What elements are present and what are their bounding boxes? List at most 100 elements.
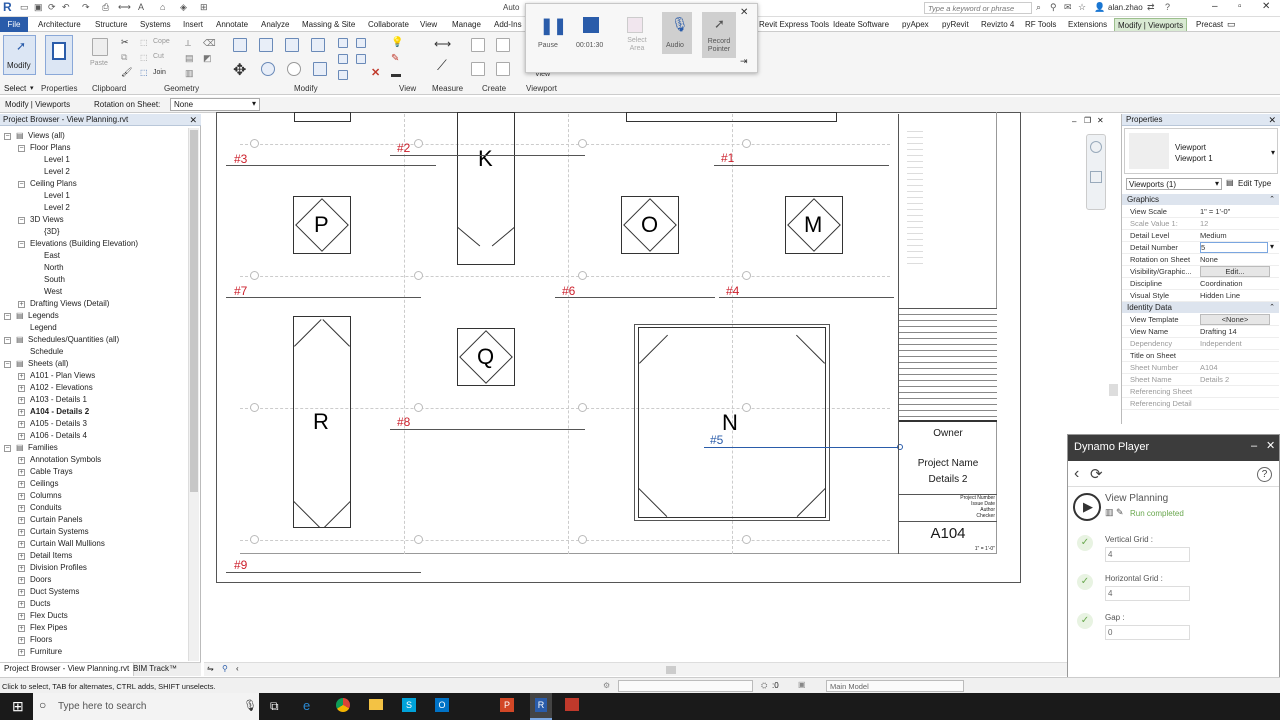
workset-select[interactable] [618, 680, 753, 692]
exchange-icon[interactable]: ⇄ [1147, 2, 1155, 13]
tree-expander-icon[interactable]: − [4, 361, 11, 368]
tab-pyrevit[interactable]: pyRevit [939, 18, 972, 31]
split-face-icon[interactable]: ▥ [185, 68, 194, 79]
cope-label[interactable]: Cope [153, 38, 170, 45]
help-icon[interactable]: ? [1257, 467, 1272, 482]
tree-item[interactable]: + Division Profiles [18, 563, 198, 575]
property-value[interactable]: Details 2 [1200, 375, 1229, 384]
hide-bulb-icon[interactable]: 💡 [391, 37, 403, 48]
tab-collaborate[interactable]: Collaborate [365, 18, 412, 31]
skype-icon[interactable]: S [402, 698, 416, 712]
property-row[interactable]: Rotation on Sheet None [1122, 254, 1279, 266]
property-row[interactable]: Referencing Detail [1122, 398, 1279, 410]
tree-expander-icon[interactable]: + [18, 493, 25, 500]
tab-precast[interactable]: Precast [1193, 18, 1226, 31]
remove-paint-icon[interactable]: ◩ [203, 53, 212, 64]
tree-item[interactable]: Level 2 [32, 203, 212, 215]
script-file-icon[interactable]: ▥ [1105, 507, 1114, 518]
view-control-scale-icon[interactable]: ⇋ [207, 664, 214, 673]
offset-icon[interactable] [259, 38, 273, 52]
join-label[interactable]: Join [153, 69, 166, 76]
tree-item[interactable]: + Annotation Symbols [18, 455, 198, 467]
tab-analyze[interactable]: Analyze [258, 18, 292, 31]
user-name[interactable]: alan.zhao [1108, 3, 1143, 12]
open-icon[interactable]: ▭ [20, 2, 29, 13]
tree-item[interactable]: Level 2 [32, 167, 212, 179]
print-icon[interactable]: ⎙ [102, 2, 109, 13]
tree-item[interactable]: Legend [18, 323, 198, 335]
cut-scissors-icon[interactable]: ✂ [121, 37, 129, 48]
select-chevron-icon[interactable]: ▾ [30, 84, 34, 92]
property-value[interactable]: Coordination [1200, 279, 1243, 288]
property-row[interactable]: Dependency Independent [1122, 338, 1279, 350]
properties-section-header[interactable]: Graphics ⌃ [1122, 194, 1279, 205]
tree-expander-icon[interactable]: + [18, 613, 25, 620]
viewport-k[interactable] [457, 112, 515, 265]
outlook-icon[interactable]: O [435, 698, 449, 712]
property-row[interactable]: View Name Drafting 14 [1122, 326, 1279, 338]
tree-expander-icon[interactable]: − [4, 313, 11, 320]
linework-icon[interactable]: ▬ [391, 69, 401, 80]
cope-icon[interactable]: ⬚ [140, 38, 148, 47]
tree-item[interactable]: + Curtain Wall Mullions [18, 539, 198, 551]
property-value[interactable]: 12 [1200, 219, 1208, 228]
tree-expander-icon[interactable]: + [18, 457, 25, 464]
tree-item[interactable]: + A105 - Details 3 [18, 419, 198, 431]
tab-manage[interactable]: Manage [449, 18, 484, 31]
tab-systems[interactable]: Systems [137, 18, 174, 31]
design-option-icon[interactable]: ▣ [798, 680, 806, 689]
property-value[interactable]: Drafting 14 [1200, 327, 1237, 336]
property-row[interactable]: View Template <None> [1122, 314, 1279, 326]
tab-architecture[interactable]: Architecture [35, 18, 84, 31]
move-icon[interactable]: ✥ [233, 60, 246, 80]
tree-expander-icon[interactable]: − [4, 337, 11, 344]
tree-item[interactable]: − Views (all) ▤ [4, 131, 184, 143]
create-similar-icon[interactable] [496, 62, 510, 76]
drawing-canvas[interactable]: K P O M Q R N #3 #2 #1 #7 #6 #4 #8 #9 #5 [204, 112, 1118, 662]
tree-item[interactable]: + A103 - Details 1 [18, 395, 198, 407]
minimize-icon[interactable]: – [1212, 1, 1218, 12]
viewport[interactable] [626, 112, 837, 122]
property-row[interactable]: Sheet Name Details 2 [1122, 374, 1279, 386]
instance-filter-select[interactable]: Viewports (1) ▾ [1126, 178, 1222, 190]
tab-project-browser[interactable]: Project Browser - View Planning.rvt [0, 663, 135, 676]
property-row[interactable]: ▾ Detail Number 5 [1122, 242, 1279, 254]
revit-taskbar-button[interactable]: R [530, 693, 552, 720]
text-icon[interactable]: A [138, 2, 144, 12]
help-icon[interactable]: ? [1165, 2, 1170, 12]
properties-close-icon[interactable]: ✕ [1268, 114, 1276, 126]
subscription-icon[interactable]: ⚲ [1050, 2, 1057, 13]
tree-expander-icon[interactable]: + [18, 553, 25, 560]
taskbar-search[interactable]: ○ Type here to search 🎙 [33, 693, 259, 720]
tree-item[interactable]: + Flex Ducts [18, 611, 198, 623]
tree-expander-icon[interactable]: + [18, 409, 25, 416]
view-close-icon[interactable]: ✕ [1097, 116, 1104, 125]
type-selector[interactable]: Viewport Viewport 1 ▾ [1124, 128, 1278, 174]
tree-expander-icon[interactable]: + [18, 565, 25, 572]
tree-item[interactable]: − Schedules/Quantities (all) ▤ [4, 335, 184, 347]
view-restore-icon[interactable]: ❐ [1084, 116, 1091, 125]
tree-item[interactable]: Schedule [18, 347, 198, 359]
properties-button[interactable] [45, 35, 73, 75]
tree-expander-icon[interactable]: − [4, 445, 11, 452]
tree-expander-icon[interactable]: + [18, 577, 25, 584]
tree-item[interactable]: + Floors [18, 635, 198, 647]
save-icon[interactable]: ▣ [34, 2, 43, 13]
property-row[interactable]: Referencing Sheet [1122, 386, 1279, 398]
tree-expander-icon[interactable]: + [18, 397, 25, 404]
task-view-icon[interactable]: ⧉ [270, 699, 279, 714]
file-explorer-icon[interactable] [369, 699, 383, 710]
tab-view[interactable]: View [417, 18, 440, 31]
tab-structure[interactable]: Structure [92, 18, 130, 31]
tab-insert[interactable]: Insert [180, 18, 206, 31]
edit-script-icon[interactable]: ✎ [1116, 507, 1124, 518]
tree-expander-icon[interactable]: + [18, 373, 25, 380]
tab-revit-express-tools[interactable]: Revit Express Tools [756, 18, 832, 31]
property-row[interactable]: Sheet Number A104 [1122, 362, 1279, 374]
view-minimize-icon[interactable]: – [1072, 117, 1076, 126]
edge-icon[interactable]: e [303, 698, 310, 713]
mirror-axis-icon[interactable] [285, 38, 299, 52]
tree-item[interactable]: Level 1 [32, 155, 212, 167]
tree-item[interactable]: + A104 - Details 2 [18, 407, 198, 419]
unpin-icon[interactable] [356, 54, 366, 64]
